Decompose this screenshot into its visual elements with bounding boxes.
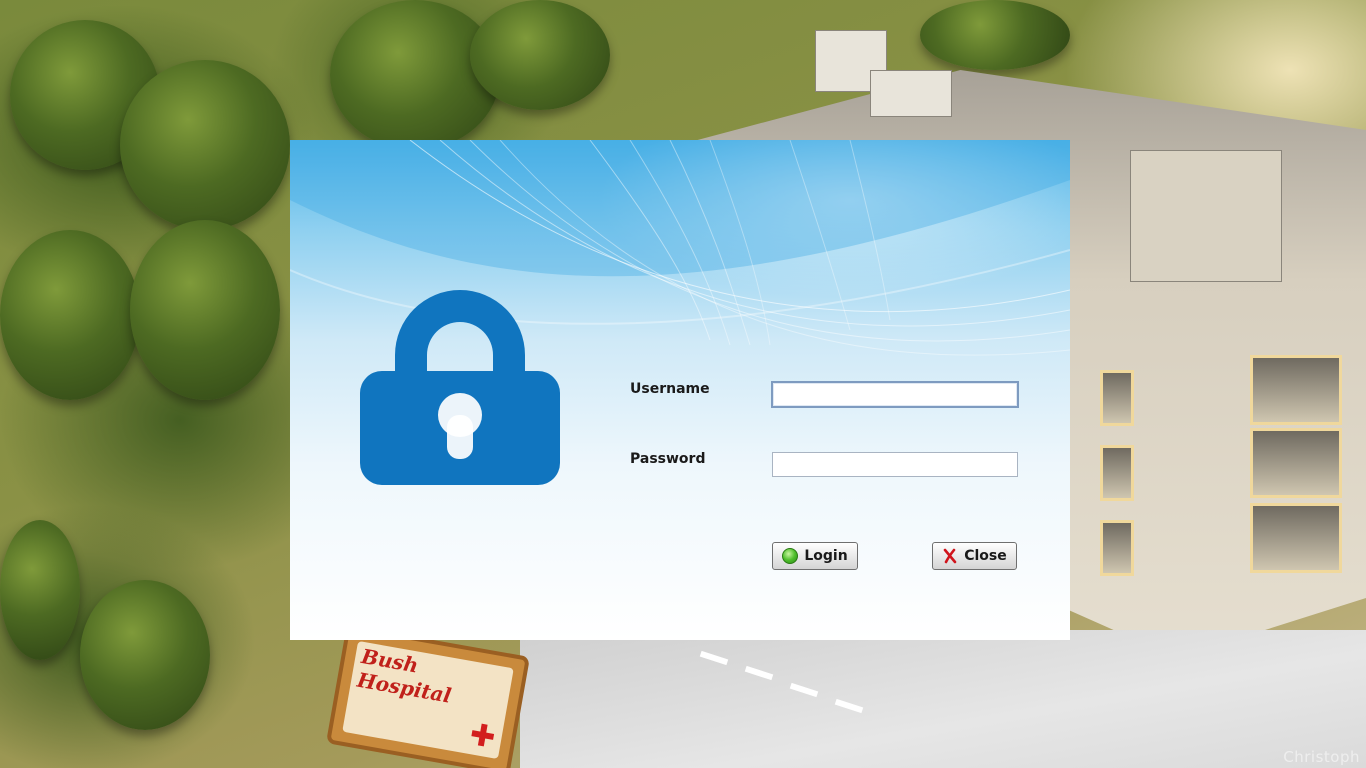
username-input[interactable] bbox=[771, 381, 1019, 408]
sign-panel: Bush Hospital bbox=[342, 640, 514, 760]
tree bbox=[130, 220, 280, 400]
sign-title: Bush Hospital bbox=[355, 643, 454, 708]
building-window bbox=[1250, 355, 1342, 425]
login-button[interactable]: Login bbox=[772, 542, 858, 570]
building-window bbox=[1100, 445, 1134, 501]
roof-structure bbox=[1130, 150, 1282, 282]
red-cross-icon bbox=[470, 722, 495, 747]
artist-watermark: Christoph bbox=[1283, 748, 1360, 766]
close-button-label: Close bbox=[964, 548, 1007, 564]
building-window bbox=[1250, 503, 1342, 573]
tree bbox=[120, 60, 290, 230]
roof-unit bbox=[870, 70, 952, 117]
tree bbox=[80, 580, 210, 730]
login-dialog: Username Password Login Close bbox=[290, 140, 1070, 640]
building-window bbox=[1250, 428, 1342, 498]
lock-icon bbox=[360, 290, 560, 485]
username-label: Username bbox=[630, 381, 710, 397]
tree bbox=[0, 520, 80, 660]
hospital-sign: Bush Hospital bbox=[325, 624, 531, 768]
building-window bbox=[1100, 370, 1134, 426]
red-x-icon bbox=[943, 548, 957, 564]
green-orb-icon bbox=[782, 548, 799, 564]
password-input[interactable] bbox=[772, 452, 1018, 477]
tree bbox=[0, 230, 140, 400]
close-button[interactable]: Close bbox=[932, 542, 1017, 570]
building-window bbox=[1100, 520, 1134, 576]
road bbox=[520, 630, 1366, 768]
tree bbox=[470, 0, 610, 110]
tree bbox=[920, 0, 1070, 70]
password-label: Password bbox=[630, 451, 706, 467]
login-button-label: Login bbox=[804, 548, 848, 564]
